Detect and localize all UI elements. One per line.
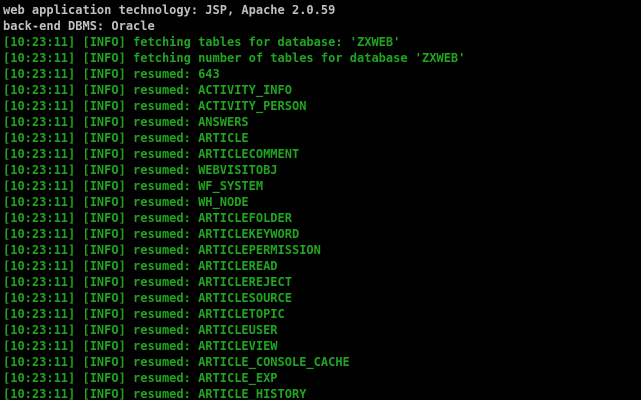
log-line: [10:23:11] [INFO] fetching tables for da…: [3, 35, 401, 49]
log-line: [10:23:11] [INFO] resumed: ARTICLEFOLDER: [3, 211, 292, 225]
log-line: [10:23:11] [INFO] resumed: ARTICLEREAD: [3, 259, 278, 273]
log-line: [10:23:11] [INFO] resumed: ARTICLE_CONSO…: [3, 355, 350, 369]
log-line: [10:23:11] [INFO] resumed: ARTICLECOMMEN…: [3, 147, 300, 161]
log-line: [10:23:11] [INFO] resumed: ARTICLEPERMIS…: [3, 243, 321, 257]
log-line: [10:23:11] [INFO] resumed: WEBVISITOBJ: [3, 163, 278, 177]
log-line: [10:23:11] [INFO] resumed: WF_SYSTEM: [3, 179, 264, 193]
log-line: [10:23:11] [INFO] resumed: ARTICLE: [3, 131, 249, 145]
log-line: [10:23:11] [INFO] resumed: WH_NODE: [3, 195, 249, 209]
terminal-console[interactable]: web application technology: JSP, Apache …: [0, 0, 641, 400]
log-line: [10:23:11] [INFO] resumed: ANSWERS: [3, 115, 249, 129]
log-line: [10:23:11] [INFO] fetching number of tab…: [3, 51, 466, 65]
log-line: [10:23:11] [INFO] resumed: ACTIVITY_INFO: [3, 83, 292, 97]
log-line: [10:23:11] [INFO] resumed: ACTIVITY_PERS…: [3, 99, 307, 113]
console-line-dbms: back-end DBMS: Oracle: [3, 19, 155, 33]
log-line: [10:23:11] [INFO] resumed: ARTICLEVIEW: [3, 339, 278, 353]
log-line: [10:23:11] [INFO] resumed: ARTICLESOURCE: [3, 291, 292, 305]
log-line: [10:23:11] [INFO] resumed: ARTICLEUSER: [3, 323, 278, 337]
log-line: [10:23:11] [INFO] resumed: 643: [3, 67, 220, 81]
console-line-tech: web application technology: JSP, Apache …: [3, 3, 336, 17]
log-line: [10:23:11] [INFO] resumed: ARTICLETOPIC: [3, 307, 285, 321]
log-line: [10:23:11] [INFO] resumed: ARTICLE_HISTO…: [3, 387, 307, 400]
log-line: [10:23:11] [INFO] resumed: ARTICLE_EXP: [3, 371, 278, 385]
log-line: [10:23:11] [INFO] resumed: ARTICLEREJECT: [3, 275, 292, 289]
log-line: [10:23:11] [INFO] resumed: ARTICLEKEYWOR…: [3, 227, 300, 241]
